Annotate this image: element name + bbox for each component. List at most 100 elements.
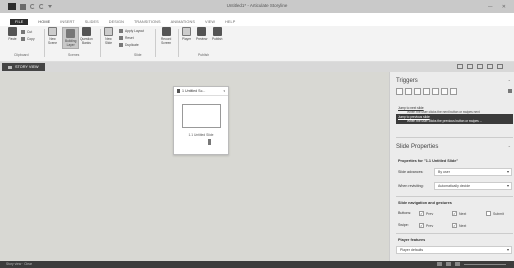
triggers-heading: Triggers (396, 78, 418, 84)
new-slide-button[interactable]: New Slide (104, 27, 113, 45)
when-revisiting-label: When revisiting: (398, 184, 424, 188)
apply-layout-button[interactable]: Apply Layout (119, 29, 144, 33)
group-label-scenes: Scenes (68, 53, 80, 57)
player-features-select[interactable]: Player defaults (396, 246, 512, 254)
move-down-icon[interactable] (450, 88, 457, 95)
trigger-item-selected[interactable]: Jump to previous slide When the user cli… (396, 114, 513, 125)
tab-help[interactable]: HELP (225, 20, 235, 24)
ribbon-separator (178, 29, 179, 57)
swipe-prev-checkbox[interactable]: ✓ Prev (419, 223, 433, 228)
nav-gestures-heading: Slide navigation and gestures (398, 201, 452, 205)
window-title: Untitled1* - Articulate Storyline (226, 3, 288, 8)
story-view-icon (8, 65, 12, 69)
cut-button[interactable]: Cut (21, 30, 32, 34)
ribbon-separator (100, 29, 101, 57)
reset-button[interactable]: Reset (119, 36, 134, 40)
close-button[interactable]: ✕ (502, 4, 506, 10)
player-features-heading: Player features (398, 238, 426, 242)
player-button[interactable]: Player (182, 27, 191, 41)
group-label-publish: Publish (198, 53, 210, 57)
scene-card[interactable]: 1 Untitled Sc... ▾ 1.1 Untitled Slide (173, 86, 229, 155)
status-controls (437, 262, 506, 266)
notes-icon[interactable] (437, 262, 442, 266)
move-up-icon[interactable] (441, 88, 448, 95)
zoom-out-icon[interactable] (455, 262, 460, 266)
group-label-slide: Slide (134, 53, 142, 57)
scene-icon (48, 27, 58, 36)
preview-button[interactable]: Preview (196, 27, 207, 41)
question-banks-button[interactable]: Question Banks (80, 27, 93, 45)
pin-icon[interactable]: ⌃ (508, 79, 511, 84)
slide-icon (104, 27, 113, 36)
checkmark-icon: ✓ (419, 211, 424, 216)
view-icon[interactable] (477, 64, 483, 69)
checkmark-icon: ✓ (452, 223, 457, 228)
triggers-toolbar (396, 88, 512, 95)
submit-button-checkbox[interactable]: Submit (486, 211, 504, 216)
record-screen-button[interactable]: Record Screen (161, 27, 171, 45)
minimize-button[interactable]: — (488, 4, 493, 10)
scissors-icon (21, 30, 25, 34)
chevron-down-icon[interactable]: ▾ (223, 89, 225, 93)
buttons-label: Buttons: (398, 211, 412, 215)
question-bank-icon (81, 27, 91, 36)
slide-advances-select[interactable]: By user (434, 168, 512, 176)
duplicate-button[interactable]: Duplicate (119, 43, 139, 47)
paste-icon (8, 27, 17, 36)
view-icon[interactable] (457, 64, 463, 69)
view-icon[interactable] (487, 64, 493, 69)
preview-icon (197, 27, 207, 36)
divider (396, 196, 513, 197)
checkmark-icon: ✓ (452, 211, 457, 216)
view-icon[interactable] (467, 64, 473, 69)
story-view-tab[interactable]: STORY VIEW (2, 63, 45, 71)
tab-slides[interactable]: SLIDES (85, 20, 99, 24)
tab-view[interactable]: VIEW (205, 20, 215, 24)
next-button-checkbox[interactable]: ✓ Next (452, 211, 466, 216)
layout-icon (119, 29, 123, 33)
ribbon-tabs: FILE HOME INSERT SLIDES DESIGN TRANSITIO… (0, 18, 514, 26)
duplicate-icon (119, 43, 123, 47)
new-scene-button[interactable]: New Scene (48, 27, 57, 45)
paste-trigger-icon[interactable] (423, 88, 430, 95)
view-icon[interactable] (497, 64, 503, 69)
tab-insert[interactable]: INSERT (60, 20, 74, 24)
paste-button[interactable]: Paste (8, 27, 17, 41)
record-icon (161, 27, 171, 36)
swipe-label: Swipe: (398, 223, 409, 227)
trigger-menu-icon[interactable] (508, 89, 512, 93)
ribbon-separator (155, 29, 156, 57)
slide-label: 1.1 Untitled Slide (188, 133, 214, 137)
ribbon: Paste Cut Copy Clipboard New Scene Build… (0, 26, 514, 62)
flag-icon (177, 89, 180, 93)
delete-trigger-icon[interactable] (432, 88, 439, 95)
tab-design[interactable]: DESIGN (109, 20, 124, 24)
panel-view-icons (457, 64, 503, 69)
prev-button-checkbox[interactable]: ✓ Prev (419, 211, 433, 216)
trigger-icon (208, 139, 211, 145)
zoom-slider[interactable] (464, 264, 506, 265)
window-controls: — ✕ (488, 4, 506, 10)
reset-icon (119, 36, 123, 40)
tab-transitions[interactable]: TRANSITIONS (134, 20, 161, 24)
checkmark-icon: ✓ (419, 223, 424, 228)
pin-icon[interactable]: ⌃ (508, 145, 511, 150)
divider (396, 233, 513, 234)
grid-icon[interactable] (446, 262, 451, 266)
copy-button[interactable]: Copy (21, 37, 35, 41)
publish-button[interactable]: Publish (212, 27, 222, 41)
new-trigger-icon[interactable] (396, 88, 403, 95)
scene-header[interactable]: 1 Untitled Sc... ▾ (174, 87, 228, 96)
group-label-clipboard: Clipboard (14, 53, 29, 57)
tab-animations[interactable]: ANIMATIONS (171, 20, 195, 24)
copy-trigger-icon[interactable] (414, 88, 421, 95)
tab-home[interactable]: HOME (38, 20, 50, 24)
when-revisiting-select[interactable]: Automatically decide (434, 182, 512, 190)
slide-thumbnail[interactable] (182, 104, 221, 128)
slide-advances-label: Slide advances: (398, 170, 424, 174)
player-icon (182, 27, 192, 36)
edit-trigger-icon[interactable] (405, 88, 412, 95)
swipe-next-checkbox[interactable]: ✓ Next (452, 223, 466, 228)
tab-file[interactable]: FILE (10, 19, 29, 25)
building-layer-button[interactable]: Building Layer (62, 27, 80, 49)
